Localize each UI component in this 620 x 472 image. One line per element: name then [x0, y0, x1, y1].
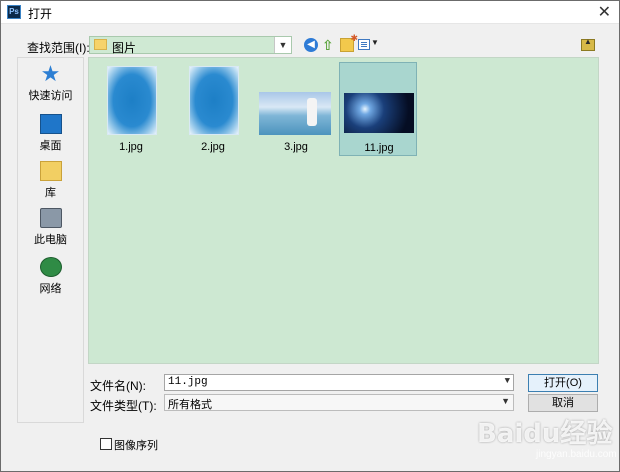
new-folder-icon[interactable] — [340, 33, 358, 52]
file-tile[interactable]: 3.jpg — [257, 62, 335, 156]
image-sequence-checkbox[interactable]: 图像序列 — [100, 437, 158, 453]
library-icon — [39, 161, 62, 181]
places-sidebar: ★ 快速访问 桌面 库 此电脑 网络 — [17, 57, 84, 423]
place-label: 桌面 — [39, 140, 62, 152]
image-sequence-label: 图像序列 — [114, 440, 158, 452]
place-desktop[interactable]: 桌面 — [18, 114, 83, 153]
place-quick-access[interactable]: ★ 快速访问 — [18, 61, 83, 103]
chevron-down-icon[interactable]: ▼ — [505, 376, 510, 386]
dialog-title: 打开 — [28, 7, 53, 21]
folder-icon — [94, 39, 107, 50]
baidu-watermark-url: jingyan.baidu.com — [536, 449, 617, 460]
place-label: 此电脑 — [34, 234, 67, 246]
desktop-icon — [39, 114, 62, 134]
open-button[interactable]: 打开(O) — [528, 374, 598, 392]
place-network[interactable]: 网络 — [18, 257, 83, 296]
checkbox-icon[interactable] — [100, 438, 112, 450]
place-label: 库 — [45, 187, 56, 199]
place-label: 网络 — [39, 283, 62, 295]
chevron-down-icon[interactable]: ▼ — [274, 37, 291, 53]
photoshop-app-icon: Ps — [7, 5, 21, 19]
close-icon[interactable]: ✕ — [598, 2, 611, 22]
look-in-value: 图片 — [112, 41, 137, 55]
chevron-down-icon[interactable]: ▼ — [501, 396, 510, 406]
file-name-value: 11.jpg — [168, 376, 208, 388]
image-thumbnail — [344, 93, 414, 133]
place-library[interactable]: 库 — [18, 161, 83, 200]
place-this-pc[interactable]: 此电脑 — [18, 208, 83, 247]
network-icon — [39, 257, 62, 277]
file-type-select[interactable]: 所有格式 ▼ — [164, 394, 514, 411]
file-name: 3.jpg — [284, 141, 308, 153]
file-tile-selected[interactable]: 11.jpg — [339, 62, 417, 156]
file-type-value: 所有格式 — [168, 399, 212, 411]
look-in-dropdown[interactable]: 图片 ▼ — [89, 36, 292, 55]
open-file-dialog: Ps 打开 ✕ 查找范围(I): 图片 ▼ ◀ ⇧ ▼ ★ 快速访问 桌面 库 … — [0, 0, 620, 472]
file-name: 1.jpg — [119, 141, 143, 153]
computer-icon — [39, 208, 62, 228]
folder-up-tool-icon[interactable] — [581, 37, 595, 51]
file-type-label: 文件类型(T): — [90, 399, 157, 413]
view-menu-icon[interactable] — [358, 39, 370, 50]
file-name-label: 文件名(N): — [90, 379, 146, 393]
file-tile[interactable]: 1.jpg — [92, 62, 170, 156]
title-bar: Ps 打开 ✕ — [1, 1, 619, 24]
file-tile[interactable]: 2.jpg — [174, 62, 252, 156]
file-name: 11.jpg — [364, 142, 394, 154]
file-list-view[interactable]: 1.jpg 2.jpg 3.jpg 11.jpg — [88, 57, 599, 364]
baidu-watermark: Baidu经验 — [477, 419, 613, 449]
cancel-button[interactable]: 取消 — [528, 394, 598, 412]
star-icon: ★ — [40, 61, 61, 86]
file-name: 2.jpg — [201, 141, 225, 153]
up-folder-icon[interactable]: ⇧ — [322, 38, 336, 52]
image-thumbnail — [189, 66, 239, 135]
place-label: 快速访问 — [28, 90, 73, 102]
look-in-label: 查找范围(I): — [27, 41, 90, 55]
file-name-input[interactable]: 11.jpg ▼ — [164, 374, 514, 391]
image-thumbnail — [107, 66, 157, 135]
image-thumbnail — [259, 92, 331, 135]
back-icon[interactable]: ◀ — [304, 38, 318, 52]
view-menu-chevron-icon[interactable]: ▼ — [371, 38, 379, 47]
